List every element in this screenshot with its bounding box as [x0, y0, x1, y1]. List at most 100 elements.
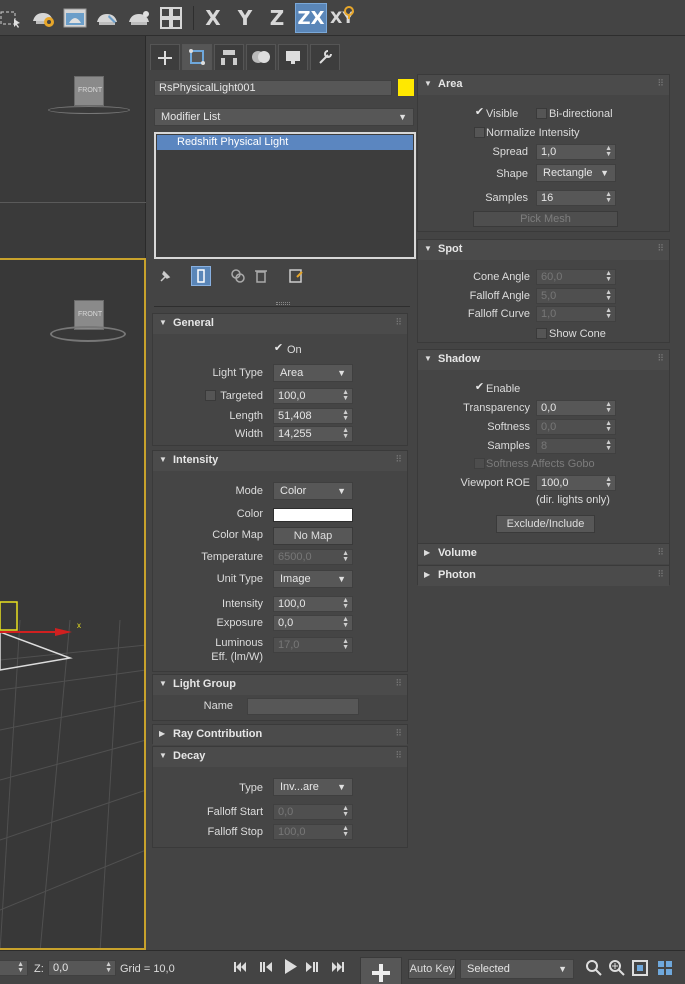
color-map-button[interactable]: No Map: [273, 527, 353, 545]
cone-angle-spinner[interactable]: 60,0 ▲ ▼: [536, 269, 616, 285]
gobo-checkbox[interactable]: [474, 458, 485, 469]
go-to-end-icon[interactable]: [330, 960, 346, 977]
zoom-extents-icon[interactable]: [631, 959, 649, 980]
light-type-dropdown[interactable]: Area ▼: [273, 364, 353, 382]
spinner-arrows-icon[interactable]: ▲ ▼: [342, 427, 349, 440]
pin-stack-icon[interactable]: [158, 268, 172, 287]
render-setup-icon[interactable]: [30, 5, 56, 31]
visible-checkbox[interactable]: ✔: [474, 107, 485, 118]
tab-utilities[interactable]: [310, 44, 340, 70]
falloff-stop-spinner[interactable]: 100,0 ▲ ▼: [273, 824, 353, 840]
spinner-arrows-icon[interactable]: ▲ ▼: [342, 638, 349, 651]
spinner-arrows-icon[interactable]: ▲ ▼: [605, 307, 612, 320]
falloff-start-spinner[interactable]: 0,0 ▲ ▼: [273, 804, 353, 820]
spinner-arrows-icon[interactable]: ▲ ▼: [342, 550, 349, 563]
spinner-arrows-icon[interactable]: ▲ ▼: [342, 409, 349, 422]
previous-frame-icon[interactable]: [258, 960, 274, 977]
zoom-all-icon[interactable]: [608, 959, 626, 980]
render-grid-icon[interactable]: [158, 5, 184, 31]
on-checkbox[interactable]: ✔: [273, 343, 284, 354]
photon-rollout-header[interactable]: ▶ Photon ⠿: [418, 566, 669, 586]
spinner-arrows-icon[interactable]: ▲ ▼: [342, 389, 349, 402]
modifier-stack-item[interactable]: Redshift Physical Light: [157, 135, 413, 150]
object-name-field[interactable]: RsPhysicalLight001: [154, 80, 392, 96]
show-end-result-icon[interactable]: [191, 266, 211, 286]
falloff-angle-spinner[interactable]: 5,0 ▲ ▼: [536, 288, 616, 304]
spinner-arrows-icon[interactable]: ▲ ▼: [342, 597, 349, 610]
tab-modify[interactable]: [182, 44, 212, 70]
configure-modifier-sets-icon[interactable]: [288, 268, 304, 287]
set-key-button[interactable]: [360, 957, 402, 984]
axis-z-button[interactable]: Z: [264, 3, 290, 33]
viewcube-ring[interactable]: [50, 326, 126, 342]
select-region-icon[interactable]: [0, 5, 22, 31]
panel-resize-handle[interactable]: [276, 302, 290, 305]
exposure-spinner[interactable]: 0,0 ▲ ▼: [273, 615, 353, 631]
mode-dropdown[interactable]: Color ▼: [273, 482, 353, 500]
spot-rollout-header[interactable]: ▼ Spot ⠿: [418, 240, 669, 260]
tab-hierarchy[interactable]: [214, 44, 244, 70]
color-swatch[interactable]: [273, 508, 353, 522]
intensity-spinner[interactable]: 100,0 ▲ ▼: [273, 596, 353, 612]
spinner-arrows-icon[interactable]: ▲ ▼: [342, 805, 349, 818]
rendered-frame-window-icon[interactable]: [62, 5, 88, 31]
spinner-arrows-icon[interactable]: ▲ ▼: [605, 420, 612, 433]
shadow-samples-spinner[interactable]: 8 ▲ ▼: [536, 438, 616, 454]
viewcube-ring[interactable]: [48, 106, 130, 114]
temperature-spinner[interactable]: 6500,0 ▲ ▼: [273, 549, 353, 565]
make-unique-icon[interactable]: [230, 268, 246, 287]
decay-type-dropdown[interactable]: Inv...are ▼: [273, 778, 353, 796]
decay-rollout-header[interactable]: ▼ Decay ⠿: [153, 747, 407, 767]
axis-x-button[interactable]: X: [200, 3, 226, 33]
spinner-arrows-icon[interactable]: ▲ ▼: [605, 145, 612, 158]
spinner-arrows-icon[interactable]: ▲ ▼: [605, 191, 612, 204]
zoom-extents-all-icon[interactable]: [656, 959, 674, 980]
axis-zx-button[interactable]: ZX: [295, 3, 327, 33]
tab-motion[interactable]: [246, 44, 276, 70]
zoom-icon[interactable]: [585, 959, 603, 980]
spinner-arrows-icon[interactable]: ▲ ▼: [342, 616, 349, 629]
spinner-arrows-icon[interactable]: ▲ ▼: [605, 270, 612, 283]
unit-type-dropdown[interactable]: Image ▼: [273, 570, 353, 588]
modifier-list-dropdown[interactable]: Modifier List ▼: [154, 108, 414, 126]
tab-create[interactable]: [150, 44, 180, 70]
trash-icon[interactable]: [254, 268, 268, 287]
play-icon[interactable]: [282, 958, 300, 979]
luminous-spinner[interactable]: 17,0 ▲ ▼: [273, 637, 353, 653]
spinner-arrows-icon[interactable]: ▲ ▼: [605, 289, 612, 302]
volume-rollout-header[interactable]: ▶ Volume ⠿: [418, 544, 669, 564]
render-active-shade-icon[interactable]: [126, 5, 152, 31]
viewport-roe-spinner[interactable]: 100,0 ▲ ▼: [536, 475, 616, 491]
axis-y-button[interactable]: Y: [232, 3, 258, 33]
spinner-arrows-icon[interactable]: ▲ ▼: [605, 476, 612, 489]
spinner-arrows-icon[interactable]: ▲ ▼: [605, 439, 612, 452]
shape-dropdown[interactable]: Rectangle ▼: [536, 164, 616, 182]
show-cone-checkbox[interactable]: [536, 328, 547, 339]
spinner-arrows-icon[interactable]: ▲ ▼: [342, 825, 349, 838]
viewport-top[interactable]: FRONT: [0, 36, 146, 258]
spinner-arrows-icon[interactable]: ▲ ▼: [105, 961, 112, 974]
ray-contribution-rollout-header[interactable]: ▶ Ray Contribution ⠿: [153, 725, 407, 745]
spread-spinner[interactable]: 1,0 ▲ ▼: [536, 144, 616, 160]
general-rollout-header[interactable]: ▼ General ⠿: [153, 314, 407, 334]
viewcube[interactable]: FRONT: [74, 76, 104, 106]
light-group-name-field[interactable]: [247, 698, 359, 715]
y-coordinate-spinner[interactable]: ▲ ▼: [0, 960, 28, 976]
length-spinner[interactable]: 51,408 ▲ ▼: [273, 408, 353, 424]
render-production-icon[interactable]: [94, 5, 120, 31]
shadow-enable-checkbox[interactable]: ✔: [474, 382, 485, 393]
auto-key-button[interactable]: Auto Key: [408, 959, 456, 979]
softness-spinner[interactable]: 0,0 ▲ ▼: [536, 419, 616, 435]
spinner-arrows-icon[interactable]: ▲ ▼: [605, 401, 612, 414]
normalize-checkbox[interactable]: [474, 127, 485, 138]
selection-set-dropdown[interactable]: Selected ▼: [460, 959, 574, 979]
targeted-spinner[interactable]: 100,0 ▲ ▼: [273, 388, 353, 404]
viewport-perspective[interactable]: FRONT x: [0, 258, 146, 950]
area-samples-spinner[interactable]: 16 ▲ ▼: [536, 190, 616, 206]
pick-mesh-button[interactable]: Pick Mesh: [473, 211, 618, 227]
light-group-rollout-header[interactable]: ▼ Light Group ⠿: [153, 675, 407, 695]
next-frame-icon[interactable]: [304, 960, 320, 977]
go-to-start-icon[interactable]: [232, 960, 248, 977]
area-rollout-header[interactable]: ▼ Area ⠿: [418, 75, 669, 95]
object-color-swatch[interactable]: [398, 79, 414, 96]
